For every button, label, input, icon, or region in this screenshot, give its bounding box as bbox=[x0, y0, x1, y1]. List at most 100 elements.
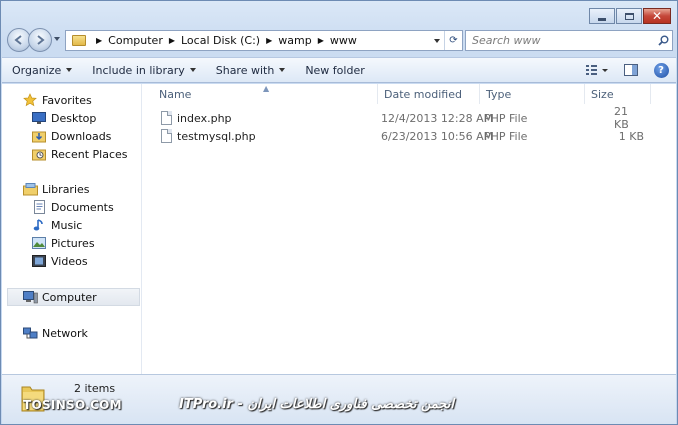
nav-pictures-label: Pictures bbox=[51, 236, 95, 250]
recent-places-icon bbox=[31, 147, 47, 161]
nav-computer-label: Computer bbox=[42, 290, 97, 304]
breadcrumb-computer[interactable]: Computer bbox=[108, 34, 163, 47]
column-size-label: Size bbox=[591, 87, 614, 101]
nav-recent-places[interactable]: Recent Places bbox=[31, 145, 128, 163]
downloads-icon bbox=[31, 129, 47, 143]
explorer-window: ✕ ▶ Computer ▶ Local Disk (C:) ▶ wamp ▶ … bbox=[0, 0, 678, 425]
nav-pictures[interactable]: Pictures bbox=[31, 234, 95, 252]
address-history-dropdown[interactable] bbox=[430, 38, 444, 43]
new-folder-button[interactable]: New folder bbox=[295, 58, 374, 82]
caption-buttons: ✕ bbox=[588, 8, 671, 24]
file-name-cell: index.php bbox=[161, 109, 232, 127]
file-date: 6/23/2013 10:56 AM bbox=[381, 129, 494, 143]
breadcrumb-local-disk[interactable]: Local Disk (C:) bbox=[181, 34, 260, 47]
file-type: PHP File bbox=[484, 129, 528, 143]
chevron-right-icon[interactable]: ▶ bbox=[318, 36, 324, 45]
minimize-icon bbox=[598, 17, 606, 21]
chevron-down-icon bbox=[434, 38, 440, 43]
nav-music[interactable]: Music bbox=[31, 216, 82, 234]
chevron-right-icon[interactable]: ▶ bbox=[169, 36, 175, 45]
column-name-label: Name bbox=[159, 87, 192, 101]
nav-favorites-label: Favorites bbox=[42, 93, 92, 107]
navigation-bar: ▶ Computer ▶ Local Disk (C:) ▶ wamp ▶ ww… bbox=[7, 28, 673, 54]
nav-documents[interactable]: Documents bbox=[31, 198, 114, 216]
file-name: index.php bbox=[177, 111, 232, 125]
chevron-right-icon[interactable]: ▶ bbox=[266, 36, 272, 45]
file-size: 21 KB bbox=[614, 105, 629, 131]
nav-computer[interactable]: Computer bbox=[7, 288, 140, 306]
chevron-right-icon[interactable]: ▶ bbox=[96, 36, 102, 45]
file-list: ▲ Name Date modified Type Size index.php… bbox=[143, 84, 676, 374]
nav-videos-label: Videos bbox=[51, 254, 88, 268]
maximize-button[interactable] bbox=[616, 8, 642, 24]
nav-downloads-label: Downloads bbox=[51, 129, 112, 143]
close-button[interactable]: ✕ bbox=[643, 8, 671, 24]
column-date-label: Date modified bbox=[384, 87, 462, 101]
include-in-library-label: Include in library bbox=[92, 63, 185, 77]
organize-button[interactable]: Organize bbox=[2, 58, 82, 82]
search-icon[interactable] bbox=[654, 35, 672, 46]
new-folder-label: New folder bbox=[305, 63, 365, 77]
nav-desktop-label: Desktop bbox=[51, 111, 97, 125]
column-header-type[interactable]: Type bbox=[480, 84, 585, 104]
file-name-cell: testmysql.php bbox=[161, 127, 256, 145]
navigation-pane: Favorites Desktop Downloads Recent Place… bbox=[2, 84, 142, 374]
php-file-icon bbox=[161, 129, 172, 143]
share-with-button[interactable]: Share with bbox=[206, 58, 296, 82]
file-name: testmysql.php bbox=[177, 129, 256, 143]
nav-libraries[interactable]: Libraries bbox=[22, 180, 90, 198]
item-count: 2 items bbox=[74, 382, 116, 395]
nav-network[interactable]: Network bbox=[22, 324, 88, 342]
include-in-library-button[interactable]: Include in library bbox=[82, 58, 205, 82]
search-box bbox=[465, 30, 673, 51]
nav-favorites[interactable]: Favorites bbox=[22, 91, 92, 109]
nav-desktop[interactable]: Desktop bbox=[31, 109, 96, 127]
documents-icon bbox=[31, 200, 47, 214]
pictures-icon bbox=[31, 236, 47, 250]
nav-music-label: Music bbox=[51, 218, 83, 232]
nav-downloads[interactable]: Downloads bbox=[31, 127, 111, 145]
nav-libraries-label: Libraries bbox=[42, 182, 90, 196]
maximize-icon bbox=[624, 12, 634, 20]
help-icon: ? bbox=[653, 62, 669, 78]
content-area: Favorites Desktop Downloads Recent Place… bbox=[2, 84, 676, 374]
view-list-icon bbox=[586, 65, 608, 75]
column-header-size[interactable]: Size bbox=[585, 84, 651, 104]
file-row[interactable]: testmysql.php 6/23/2013 10:56 AM PHP Fil… bbox=[155, 127, 665, 145]
address-bar[interactable]: ▶ Computer ▶ Local Disk (C:) ▶ wamp ▶ ww… bbox=[65, 30, 463, 51]
breadcrumb-wamp[interactable]: wamp bbox=[278, 34, 311, 47]
nav-videos[interactable]: Videos bbox=[31, 252, 88, 270]
command-bar: Organize Include in library Share with N… bbox=[2, 57, 676, 83]
music-icon bbox=[31, 218, 47, 232]
file-type: PHP File bbox=[484, 111, 528, 125]
preview-pane-button[interactable] bbox=[616, 58, 646, 82]
breadcrumb-www[interactable]: www bbox=[330, 34, 357, 47]
chevron-down-icon bbox=[66, 68, 73, 72]
search-input[interactable] bbox=[466, 34, 654, 47]
file-row[interactable]: index.php 12/4/2013 12:28 AM PHP File 21… bbox=[155, 105, 665, 131]
refresh-icon: ⟳ bbox=[449, 35, 458, 46]
videos-icon bbox=[31, 254, 47, 268]
column-header-name[interactable]: Name bbox=[153, 84, 378, 104]
minimize-button[interactable] bbox=[589, 8, 615, 24]
nav-recent-places-label: Recent Places bbox=[51, 147, 128, 161]
watermark-right: ITPro.ir - انجمن تخصصی فناوری اطلاعات ای… bbox=[179, 397, 455, 412]
close-icon: ✕ bbox=[651, 9, 663, 23]
change-view-button[interactable] bbox=[578, 58, 616, 82]
file-size: 1 KB bbox=[618, 129, 644, 143]
preview-pane-icon bbox=[624, 64, 638, 76]
chevron-down-icon bbox=[189, 68, 196, 72]
star-icon bbox=[22, 93, 38, 107]
forward-button[interactable] bbox=[28, 28, 52, 52]
view-controls: ? bbox=[578, 58, 676, 82]
column-header-date-modified[interactable]: Date modified bbox=[378, 84, 480, 104]
network-icon bbox=[22, 326, 38, 340]
refresh-button[interactable]: ⟳ bbox=[444, 31, 462, 50]
back-arrow-icon bbox=[14, 35, 22, 45]
help-button[interactable]: ? bbox=[646, 58, 676, 82]
nav-network-label: Network bbox=[42, 326, 88, 340]
watermark-left: TOSINSO.COM bbox=[23, 398, 122, 412]
folder-icon bbox=[72, 35, 86, 46]
recent-pages-dropdown[interactable] bbox=[54, 37, 60, 41]
address-bar-controls: ⟳ bbox=[430, 31, 462, 50]
